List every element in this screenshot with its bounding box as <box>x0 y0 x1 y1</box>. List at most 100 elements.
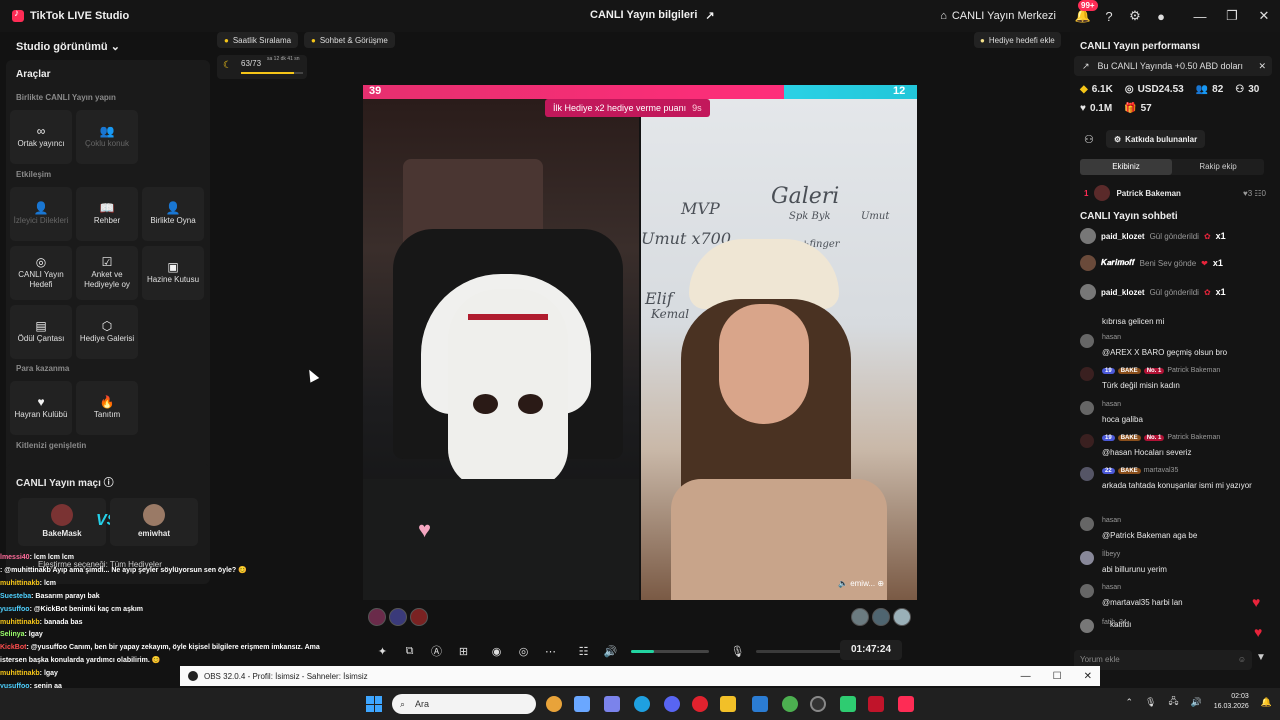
face <box>719 304 809 424</box>
volume-button[interactable]: 🔊 <box>598 645 623 658</box>
tile-fan-club[interactable]: ♥ Hayran Kulübü <box>10 381 72 435</box>
contributors-button[interactable]: ⚙ Katkıda bulunanlar <box>1106 130 1206 148</box>
help-button[interactable]: ? <box>1096 9 1122 24</box>
match-right-user[interactable]: emiwhat <box>110 498 198 546</box>
tiktok-taskbar-icon[interactable] <box>898 696 914 712</box>
add-source-button[interactable]: ⊞ <box>451 645 476 658</box>
guide-icon: 📖 <box>99 200 115 215</box>
tile-reward-bag[interactable]: ▤ Ödül Çantası <box>10 305 72 359</box>
match-left-user[interactable]: BakeMask <box>18 498 106 546</box>
tile-live-goal[interactable]: ◎ CANLI Yayın Hedefi <box>10 246 72 300</box>
avatar[interactable] <box>893 608 911 626</box>
overlay-chat-line: lmessi40: lcm lcm lcm <box>0 552 340 565</box>
youtube-icon[interactable] <box>868 696 884 712</box>
minimize-icon[interactable]: — <box>1021 671 1031 682</box>
record-button[interactable]: ◉ <box>484 645 509 658</box>
opera-icon[interactable] <box>692 696 708 712</box>
notification-button[interactable]: 🔔 99+ <box>1070 0 1098 24</box>
settings-button[interactable]: ⚙ <box>1122 8 1148 24</box>
gear-icon: ⚙ <box>1129 8 1141 23</box>
volume-slider[interactable] <box>631 649 709 653</box>
studio-view-dropdown[interactable]: Studio görünümü ⌄ <box>16 40 120 53</box>
maximize-button[interactable]: ❐ <box>1216 8 1248 24</box>
close-button[interactable]: ✕ <box>1248 8 1280 24</box>
mail-icon[interactable] <box>752 696 768 712</box>
ai-button[interactable]: Ⓐ <box>424 643 449 659</box>
tile-label: Hayran Kulübü <box>14 409 68 419</box>
layout-button[interactable]: ⧉ <box>397 645 422 658</box>
network-icon[interactable]: 🖧 <box>1168 694 1178 710</box>
tile-label: Ortak yayıncı <box>17 138 65 148</box>
tile-gift-gallery[interactable]: ⬡ Hediye Galerisi <box>76 305 138 359</box>
mic-tray-icon[interactable]: 🎙 <box>1145 697 1156 708</box>
hourly-progress[interactable]: ☾ 63/73 sa 12 dk 41 sn <box>217 55 307 79</box>
stat-gifts: 🎁 57 <box>1124 103 1152 114</box>
discord-icon[interactable] <box>664 696 680 712</box>
tile-treasure-box[interactable]: ▣ Hazine Kutusu <box>142 246 204 300</box>
live-info-button[interactable]: CANLI Yayın bilgileri ↗ <box>590 9 715 22</box>
taskbar-search[interactable]: ⌕ Ara <box>392 694 536 714</box>
contributor-row[interactable]: 1 Patrick Bakeman ♥3 ☷0 <box>1084 185 1266 201</box>
viewer-wishes-icon: 👤 <box>33 200 49 215</box>
tile-play-together[interactable]: 👤 Birlikte Oyna <box>142 187 204 241</box>
minimize-button[interactable]: — <box>1184 9 1216 24</box>
tile-viewer-wishes[interactable]: 👤 İzleyici Dilekleri <box>10 187 72 241</box>
tile-poll[interactable]: ☑ Anket ve Hediyeyle oy <box>76 246 138 300</box>
filter-icon[interactable]: ▼ <box>1256 652 1266 663</box>
tile-promote[interactable]: 🔥 Tanıtım <box>76 381 138 435</box>
chat-name-row: 19 BAKE No. 1 Patrick Bakeman <box>1102 434 1220 441</box>
app-green-icon[interactable] <box>840 696 856 712</box>
hourly-ranking-chip[interactable]: ● Saatlik Sıralama <box>217 32 299 48</box>
folder-icon[interactable] <box>720 696 736 712</box>
poll-icon: ☑ <box>101 254 113 269</box>
chrome-icon[interactable] <box>546 696 562 712</box>
right-panel: CANLI Yayın performansı ↗ Bu CANLI Yayın… <box>1070 32 1280 720</box>
emoji-icon[interactable]: ☺ <box>1238 650 1246 670</box>
maximize-icon: ❐ <box>1226 8 1238 23</box>
obs-taskbar-icon[interactable] <box>810 696 826 712</box>
tab-our-team[interactable]: Ekibiniz <box>1080 159 1172 175</box>
avatar <box>51 504 73 526</box>
avatar[interactable] <box>851 608 869 626</box>
avatar[interactable] <box>410 608 428 626</box>
tile-guide[interactable]: 📖 Rehber <box>76 187 138 241</box>
camera-button[interactable]: ◎ <box>511 645 536 658</box>
section-money: Para kazanma <box>16 364 70 373</box>
avatar[interactable] <box>389 608 407 626</box>
close-icon[interactable]: ✕ <box>1258 61 1266 72</box>
start-button[interactable] <box>366 696 382 712</box>
mic-button[interactable]: 🎙 <box>725 645 750 658</box>
profile-avatar[interactable]: ● <box>1148 9 1174 24</box>
chevron-up-icon[interactable]: ⌃ <box>1125 697 1133 708</box>
close-icon[interactable]: ✕ <box>1084 671 1092 682</box>
whiteboard-text: Elif <box>645 289 673 308</box>
more-button[interactable]: ⋯ <box>538 645 563 658</box>
comment-input[interactable]: Yorum ekle ☺ <box>1074 650 1252 670</box>
add-icon[interactable]: ⊕ <box>877 579 884 588</box>
notification-tray-icon[interactable]: 🔔 <box>1261 697 1272 708</box>
obs-window-bar[interactable]: OBS 32.0.4 - Profil: İsimsiz - Sahneler:… <box>180 666 1100 686</box>
volume-tray-icon[interactable]: 🔊 <box>1191 697 1202 708</box>
chat-call-label: Sohbet & Görüşme <box>319 35 388 45</box>
teams-icon[interactable] <box>604 696 620 712</box>
add-gift-goal-button[interactable]: ● Hediye hedefi ekle <box>974 32 1061 48</box>
info-icon[interactable]: ⓘ <box>104 478 114 489</box>
chrome-alt-icon[interactable] <box>782 696 798 712</box>
file-explorer-icon[interactable] <box>574 696 590 712</box>
magic-wand-button[interactable]: ✦ <box>370 645 395 658</box>
tile-multi-guest[interactable]: 👥 Çoklu konuk <box>76 110 138 164</box>
chat-call-chip[interactable]: ● Sohbet & Görüşme <box>304 32 395 48</box>
chat-text: arkada tahtada konuşanlar ismi mi yazıyo… <box>1102 481 1252 490</box>
mixer-button[interactable]: ☷ <box>571 645 596 658</box>
score-left: 39 <box>369 85 382 97</box>
clock[interactable]: 02:03 16.03.2026 <box>1214 692 1249 712</box>
edge-icon[interactable] <box>634 696 650 712</box>
tile-co-host[interactable]: ∞ Ortak yayıncı <box>10 110 72 164</box>
reward-bag-icon: ▤ <box>35 318 47 333</box>
tile-label: Tanıtım <box>93 409 121 419</box>
tab-rival-team[interactable]: Rakip ekip <box>1172 159 1264 175</box>
avatar[interactable] <box>368 608 386 626</box>
avatar[interactable] <box>872 608 890 626</box>
live-center-link[interactable]: ⌂ CANLI Yayın Merkezi <box>940 10 1056 22</box>
maximize-icon[interactable]: ☐ <box>1053 671 1062 682</box>
